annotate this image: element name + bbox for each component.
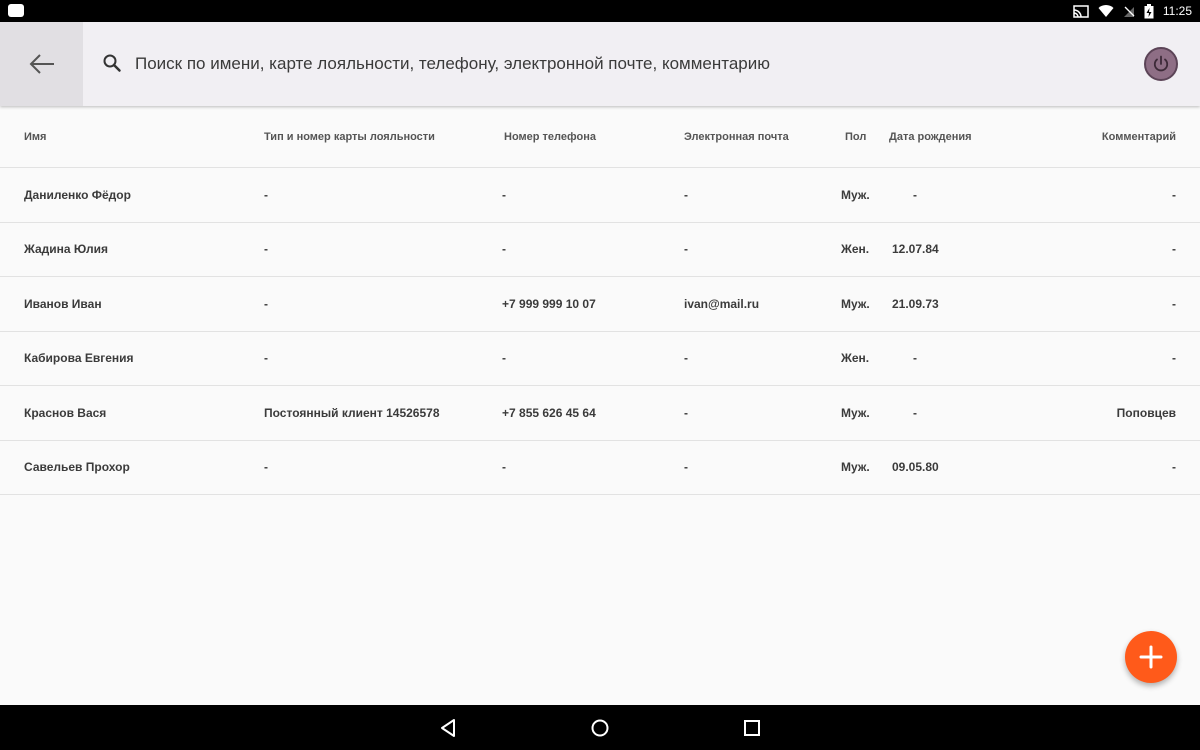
header-sex[interactable]: Пол xyxy=(845,106,866,167)
cell-birth-date: - xyxy=(913,187,917,202)
cell-birth-date: 09.05.80 xyxy=(892,460,939,475)
cell-comment: Поповцев xyxy=(1116,405,1176,420)
table-header: Имя Тип и номер карты лояльности Номер т… xyxy=(0,106,1200,168)
cell-sex: Муж. xyxy=(841,405,870,420)
cell-phone: +7 999 999 10 07 xyxy=(502,296,596,311)
cell-birth-date: 12.07.84 xyxy=(892,242,939,257)
cell-comment: - xyxy=(1172,187,1176,202)
cell-birth-date: - xyxy=(913,405,917,420)
cell-loyalty-card: - xyxy=(264,187,268,202)
cell-name: Кабирова Евгения xyxy=(24,351,134,366)
cell-email: - xyxy=(684,460,688,475)
recents-square-icon[interactable] xyxy=(741,717,763,739)
search-input[interactable] xyxy=(135,51,1095,77)
app-bar xyxy=(0,22,1200,106)
power-icon xyxy=(1153,55,1169,72)
cell-birth-date: - xyxy=(913,351,917,366)
cell-comment: - xyxy=(1172,351,1176,366)
wifi-icon xyxy=(1098,4,1114,17)
cell-sex: Муж. xyxy=(841,187,870,202)
header-comment[interactable]: Комментарий xyxy=(1102,106,1176,167)
customers-table: Имя Тип и номер карты лояльности Номер т… xyxy=(0,106,1200,495)
cell-phone: +7 855 626 45 64 xyxy=(502,405,596,420)
navigation-bar xyxy=(0,705,1200,750)
cell-name: Иванов Иван xyxy=(24,296,102,311)
table-row[interactable]: Краснов Вася Постоянный клиент 14526578 … xyxy=(0,386,1200,441)
cell-name: Савельев Прохор xyxy=(24,460,130,475)
cell-loyalty-card: Постоянный клиент 14526578 xyxy=(264,405,440,420)
cell-comment: - xyxy=(1172,460,1176,475)
add-customer-button[interactable] xyxy=(1125,631,1177,683)
table-row[interactable]: Жадина Юлия - - - Жен. 12.07.84 - xyxy=(0,223,1200,277)
cell-email: - xyxy=(684,405,688,420)
arrow-left-icon xyxy=(29,54,54,74)
status-time: 11:25 xyxy=(1162,4,1192,18)
plus-icon xyxy=(1139,645,1163,669)
cell-name: Жадина Юлия xyxy=(24,242,108,257)
cell-email: - xyxy=(684,242,688,257)
cell-comment: - xyxy=(1172,242,1176,257)
cell-loyalty-card: - xyxy=(264,242,268,257)
table-row[interactable]: Иванов Иван - +7 999 999 10 07 ivan@mail… xyxy=(0,277,1200,332)
home-circle-icon[interactable] xyxy=(589,717,611,739)
signal-off-icon xyxy=(1123,6,1135,17)
cell-email: - xyxy=(684,187,688,202)
table-row[interactable]: Кабирова Евгения - - - Жен. - - xyxy=(0,332,1200,386)
cell-email: - xyxy=(684,351,688,366)
status-bar: 11:25 xyxy=(0,0,1200,22)
notification-icon xyxy=(8,4,24,17)
table-row[interactable]: Савельев Прохор - - - Муж. 09.05.80 - xyxy=(0,441,1200,495)
back-button[interactable] xyxy=(0,22,83,106)
cell-comment: - xyxy=(1172,296,1176,311)
power-button[interactable] xyxy=(1144,47,1178,81)
cell-sex: Жен. xyxy=(841,242,870,257)
back-triangle-icon[interactable] xyxy=(438,717,460,739)
cell-name: Краснов Вася xyxy=(24,405,107,420)
header-email[interactable]: Электронная почта xyxy=(684,106,789,167)
cell-email: ivan@mail.ru xyxy=(684,296,760,311)
cell-sex: Муж. xyxy=(841,460,870,475)
status-icons: 11:25 xyxy=(1073,0,1192,22)
cell-sex: Муж. xyxy=(841,296,870,311)
cell-phone: - xyxy=(502,242,506,257)
cell-loyalty-card: - xyxy=(264,296,268,311)
header-name[interactable]: Имя xyxy=(24,106,46,167)
header-loyalty-card[interactable]: Тип и номер карты лояльности xyxy=(264,106,435,167)
cell-loyalty-card: - xyxy=(264,351,268,366)
header-birth-date[interactable]: Дата рождения xyxy=(889,106,972,167)
cell-birth-date: 21.09.73 xyxy=(892,296,939,311)
search-icon xyxy=(103,54,121,72)
cell-phone: - xyxy=(502,187,506,202)
battery-charging-icon xyxy=(1144,3,1154,18)
cell-phone: - xyxy=(502,460,506,475)
header-phone[interactable]: Номер телефона xyxy=(504,106,596,167)
cell-loyalty-card: - xyxy=(264,460,268,475)
cell-name: Даниленко Фёдор xyxy=(24,187,131,202)
cast-icon xyxy=(1073,4,1089,18)
table-row[interactable]: Даниленко Фёдор - - - Муж. - - xyxy=(0,168,1200,223)
cell-phone: - xyxy=(502,351,506,366)
cell-sex: Жен. xyxy=(841,351,870,366)
